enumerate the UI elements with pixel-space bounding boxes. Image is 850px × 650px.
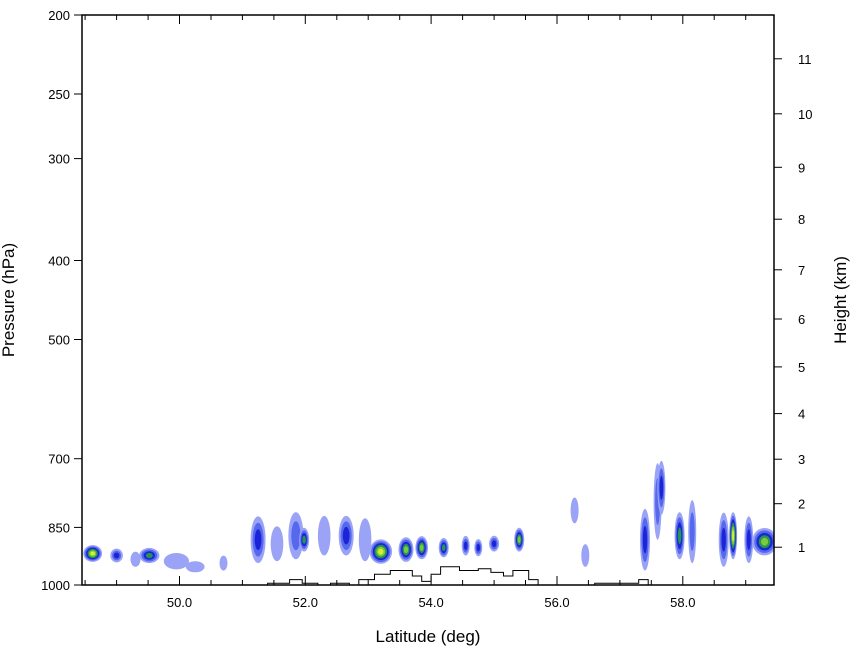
contour-level-3: [463, 541, 468, 550]
contour-cell: [219, 555, 228, 571]
contour-cell: [317, 515, 331, 556]
contour-level-1: [317, 515, 331, 556]
contour-level-1: [581, 544, 590, 567]
contour-cell: [640, 508, 650, 571]
contour-level-3: [642, 526, 648, 554]
contour-level-1: [163, 553, 189, 570]
contour-cell: [185, 561, 205, 573]
height-tick-label: 9: [798, 160, 805, 175]
height-tick-label: 4: [798, 407, 805, 422]
contour-level-3: [476, 543, 481, 552]
contour-level-1: [570, 497, 579, 524]
height-tick-label: 8: [798, 212, 805, 227]
contour-level-3: [659, 475, 664, 500]
left-axis-title: Pressure (hPa): [0, 243, 18, 357]
contour-cell: [139, 547, 160, 564]
latitude-pressure-cross-section-chart: 50.0 52.0 54.0 56.0 58.0 200 250 300 400 500 700 8…: [0, 0, 850, 650]
contour-cell: [415, 536, 429, 560]
contour-level-4: [441, 544, 446, 552]
contour-cell: [250, 516, 266, 564]
contour-level-3: [113, 552, 120, 559]
contour-level-1: [185, 561, 205, 573]
contour-level-3: [342, 526, 350, 545]
contour-level-1: [358, 518, 372, 562]
contour-level-1: [219, 555, 228, 571]
contour-cell: [461, 535, 470, 556]
height-tick-label: 3: [798, 452, 805, 467]
contour-level-5: [403, 546, 409, 554]
contour-level-1: [270, 526, 284, 562]
pressure-tick-label: 400: [48, 254, 70, 269]
contour-cell: [474, 539, 483, 557]
contour-cell: [514, 527, 525, 552]
height-tick-label: 6: [798, 312, 805, 327]
contour-level-1: [130, 551, 141, 567]
contour-cell: [657, 460, 666, 515]
contour-level-5: [761, 537, 769, 546]
contour-level-6: [90, 551, 95, 556]
pressure-tick-label: 850: [48, 520, 70, 535]
x-tick-label: 56.0: [544, 595, 569, 610]
contour-cell: [570, 497, 579, 524]
pressure-tick-label: 250: [48, 87, 70, 102]
contour-level-3: [254, 529, 262, 551]
x-tick-label: 54.0: [418, 595, 443, 610]
height-tick-label: 11: [798, 52, 812, 67]
height-tick-label: 2: [798, 497, 805, 512]
contour-cell: [438, 538, 449, 558]
contour-cell: [674, 512, 685, 560]
contour-cell: [729, 512, 738, 560]
contour-cell: [163, 553, 189, 570]
height-tick-label: 10: [798, 107, 812, 122]
contour-level-5: [419, 544, 424, 551]
contour-level-2: [689, 512, 695, 551]
pressure-tick-label: 1000: [41, 578, 70, 593]
contour-cell: [369, 539, 393, 564]
contour-level-6: [732, 530, 735, 542]
height-tick-label: 7: [798, 263, 805, 278]
pressure-tick-label: 500: [48, 333, 70, 348]
contour-cell: [110, 548, 123, 563]
contour-cell: [358, 518, 372, 562]
pressure-tick-label: 200: [48, 8, 70, 23]
contour-level-4: [677, 527, 682, 544]
pressure-tick-label: 300: [48, 152, 70, 167]
contour-cell: [688, 500, 697, 564]
contour-cell: [270, 526, 284, 562]
height-tick-label: 1: [798, 540, 805, 555]
x-tick-label: 50.0: [167, 595, 192, 610]
contour-level-3: [746, 529, 751, 551]
contour-level-5: [517, 536, 521, 544]
contour-cell: [299, 527, 310, 552]
contour-level-6: [378, 548, 384, 555]
contour-cell: [718, 512, 729, 567]
contour-cell: [83, 545, 103, 562]
contour-cell: [744, 516, 754, 564]
contour-level-4: [302, 535, 306, 544]
contour-cell: [581, 544, 590, 567]
contour-cell: [338, 515, 354, 556]
right-axis-title: Height (km): [831, 256, 850, 344]
contour-cell: [398, 537, 414, 562]
contour-level-3: [491, 540, 497, 548]
x-tick-label: 52.0: [293, 595, 318, 610]
contour-level-4: [145, 552, 153, 559]
height-tick-label: 5: [798, 360, 805, 375]
pressure-tick-label: 700: [48, 452, 70, 467]
contour-cell: [489, 535, 500, 552]
contour-level-2: [291, 521, 301, 551]
contour-cell: [130, 551, 141, 567]
x-axis-title: Latitude (deg): [376, 627, 481, 646]
x-tick-label: 58.0: [670, 595, 695, 610]
contour-level-3: [721, 527, 726, 552]
